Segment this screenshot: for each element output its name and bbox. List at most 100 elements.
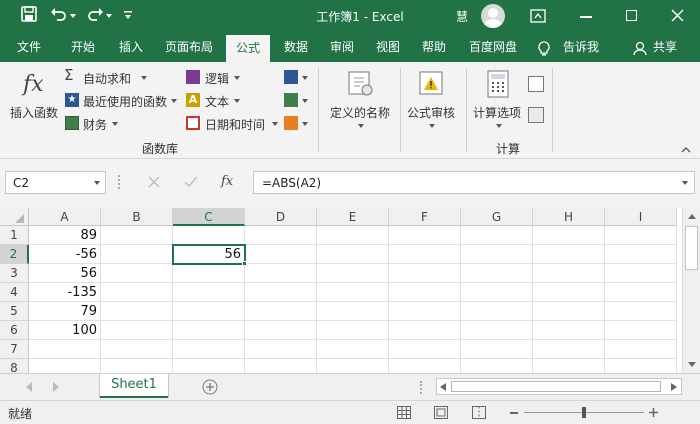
grid-cell[interactable] [101,340,173,359]
grid-cell[interactable] [533,283,605,302]
confirm-entry-icon[interactable] [184,176,198,188]
grid-cell[interactable] [173,226,245,245]
grid-cell[interactable] [29,359,101,373]
column-header-c[interactable]: C [173,208,245,226]
ribbon-display-options-icon[interactable] [530,9,546,23]
tab-splitter-handle[interactable] [420,381,422,394]
column-header-i[interactable]: I [605,208,677,226]
close-icon[interactable] [671,9,684,22]
select-all-corner[interactable] [0,208,29,226]
grid-cell[interactable] [605,283,677,302]
recently-used-button[interactable]: ★ 最近使用的函数 [64,91,182,109]
grid-cell[interactable] [389,264,461,283]
logical-button[interactable]: 逻辑 [186,68,246,86]
cancel-entry-icon[interactable] [148,176,160,188]
lightbulb-icon[interactable] [538,41,550,56]
redo-dropdown-icon[interactable] [106,14,112,18]
tab-review[interactable]: 审阅 [322,33,362,62]
grid-cell[interactable] [317,359,389,373]
grid-cell[interactable] [317,283,389,302]
grid-cell[interactable] [605,264,677,283]
add-sheet-icon[interactable] [202,379,218,395]
datetime-button[interactable]: 日期和时间 [186,114,280,132]
grid-cell[interactable] [461,264,533,283]
cell-a4[interactable]: -135 [29,283,101,302]
grid-cell[interactable] [461,245,533,264]
grid-cell[interactable] [605,321,677,340]
normal-view-icon[interactable] [397,406,411,419]
horizontal-scrollbar[interactable] [436,378,682,395]
grid-cell[interactable] [317,302,389,321]
grid-cell[interactable] [461,226,533,245]
grid-cell[interactable] [101,302,173,321]
grid-cell[interactable] [389,359,461,373]
tab-formulas[interactable]: 公式 [226,35,270,62]
row-header-5[interactable]: 5 [0,302,29,321]
horizontal-scroll-thumb[interactable] [451,381,661,392]
financial-button[interactable]: 财务 [64,114,124,132]
sheet-tab-sheet1[interactable]: Sheet1 [100,374,168,398]
tab-baidu-netdisk[interactable]: 百度网盘 [460,33,526,62]
grid-cell[interactable] [389,245,461,264]
grid-cell[interactable] [245,302,317,321]
cell-a5[interactable]: 79 [29,302,101,321]
column-header-f[interactable]: F [389,208,461,226]
grid-cell[interactable] [29,340,101,359]
column-header-b[interactable]: B [101,208,173,226]
name-box[interactable]: C2 [5,171,106,194]
customize-toolbar-icon[interactable] [123,10,133,20]
share-button[interactable]: 共享 [650,33,680,62]
grid-cell[interactable] [533,340,605,359]
grid-cell[interactable] [101,264,173,283]
fill-handle[interactable] [242,261,247,266]
grid-cell[interactable] [533,226,605,245]
next-sheet-icon[interactable] [52,382,60,392]
grid-cell[interactable] [605,359,677,373]
grid-cell[interactable] [101,226,173,245]
column-header-g[interactable]: G [461,208,533,226]
math-trig-button[interactable] [284,91,312,109]
calculate-now-icon[interactable] [528,76,544,92]
row-header-7[interactable]: 7 [0,340,29,359]
grid-cell[interactable] [317,264,389,283]
grid-cell[interactable] [605,302,677,321]
row-header-6[interactable]: 6 [0,321,29,340]
grid-cell[interactable] [317,321,389,340]
grid-cell[interactable] [173,283,245,302]
collapse-ribbon-icon[interactable] [681,147,691,153]
scroll-thumb[interactable] [685,226,698,270]
grid-cell[interactable] [173,264,245,283]
redo-icon[interactable] [86,6,104,22]
more-functions-button[interactable] [284,114,312,132]
grid-cell[interactable] [389,321,461,340]
share-person-icon[interactable] [633,41,647,56]
defined-names-button[interactable]: 定义的名称 [326,68,396,134]
avatar[interactable] [481,4,505,28]
maximize-icon[interactable] [626,10,637,21]
scroll-down-icon[interactable] [688,362,696,368]
grid-cell[interactable] [173,321,245,340]
scroll-right-icon[interactable] [671,383,677,391]
grid-cell[interactable] [245,340,317,359]
grid-cell[interactable] [389,226,461,245]
tab-view[interactable]: 视图 [368,33,408,62]
row-header-4[interactable]: 4 [0,283,29,302]
grid-cell[interactable] [245,245,317,264]
tab-insert[interactable]: 插入 [110,33,152,62]
grid-cell[interactable] [533,264,605,283]
cell-a6[interactable]: 100 [29,321,101,340]
grid-cell[interactable] [605,226,677,245]
grid-cell[interactable] [533,359,605,373]
calculation-options-button[interactable]: 计算选项 [470,68,528,134]
insert-function-button[interactable]: fx 插入函数 [6,68,60,126]
grid-cell[interactable] [245,359,317,373]
column-header-d[interactable]: D [245,208,317,226]
grid-cell[interactable] [101,283,173,302]
tell-me-search[interactable]: 告诉我 [556,33,606,62]
tab-help[interactable]: 帮助 [414,33,454,62]
grid-cell[interactable] [605,340,677,359]
save-icon[interactable] [21,6,37,22]
grid-cell[interactable] [245,321,317,340]
formula-auditing-button[interactable]: 公式审核 [404,68,460,134]
row-header-3[interactable]: 3 [0,264,29,283]
